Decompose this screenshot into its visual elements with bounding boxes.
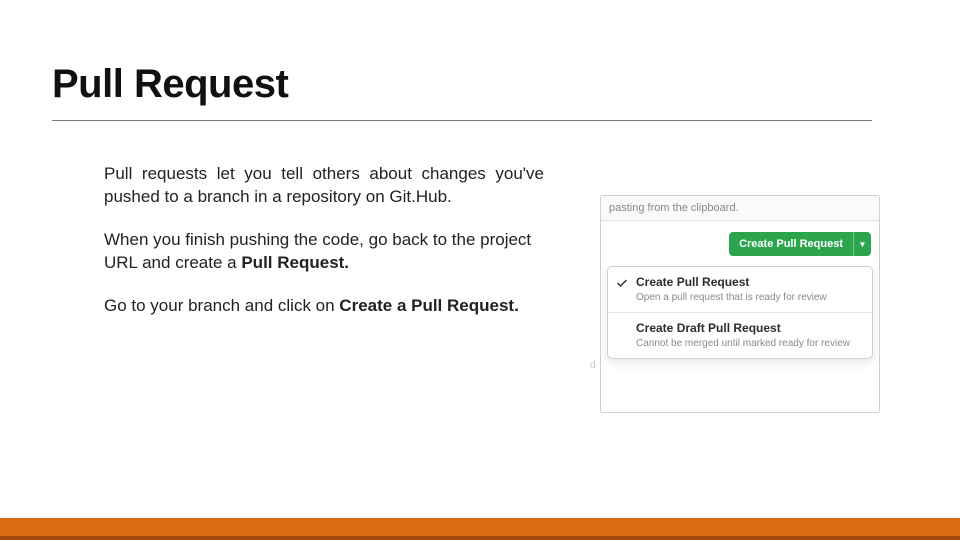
create-pr-dropdown: Create Pull Request Open a pull request … xyxy=(607,266,873,359)
title-underline xyxy=(52,120,872,121)
check-icon xyxy=(616,276,628,288)
option1-title: Create Pull Request xyxy=(636,275,862,289)
button-row: Create Pull Request ▼ xyxy=(601,221,879,266)
option2-desc: Cannot be merged until marked ready for … xyxy=(636,337,862,350)
create-pull-request-split-button[interactable]: Create Pull Request ▼ xyxy=(729,232,871,256)
paragraph-1: Pull requests let you tell others about … xyxy=(104,163,544,209)
option2-title: Create Draft Pull Request xyxy=(636,321,862,335)
paragraph-3-text: Go to your branch and click on xyxy=(104,296,339,315)
chevron-down-icon: ▼ xyxy=(859,240,867,249)
paragraph-2-bold: Pull Request. xyxy=(241,253,349,272)
github-screenshot: pasting from the clipboard. Create Pull … xyxy=(600,195,880,413)
body-text: Pull requests let you tell others about … xyxy=(104,163,544,318)
footer-stripe-dark xyxy=(0,536,960,540)
page-title: Pull Request xyxy=(52,62,288,107)
faint-char: d xyxy=(590,360,596,371)
create-pull-request-button[interactable]: Create Pull Request xyxy=(729,232,853,256)
paragraph-3: Go to your branch and click on Create a … xyxy=(104,295,544,318)
slide: Pull Request Pull requests let you tell … xyxy=(0,0,960,540)
dropdown-caret-button[interactable]: ▼ xyxy=(853,232,871,256)
paragraph-3-bold: Create a Pull Request. xyxy=(339,296,519,315)
dropdown-option-create-pr[interactable]: Create Pull Request Open a pull request … xyxy=(608,267,872,313)
option1-desc: Open a pull request that is ready for re… xyxy=(636,291,862,304)
dropdown-option-draft-pr[interactable]: Create Draft Pull Request Cannot be merg… xyxy=(608,313,872,358)
paragraph-2: When you finish pushing the code, go bac… xyxy=(104,229,544,275)
clipboard-hint: pasting from the clipboard. xyxy=(601,196,879,221)
